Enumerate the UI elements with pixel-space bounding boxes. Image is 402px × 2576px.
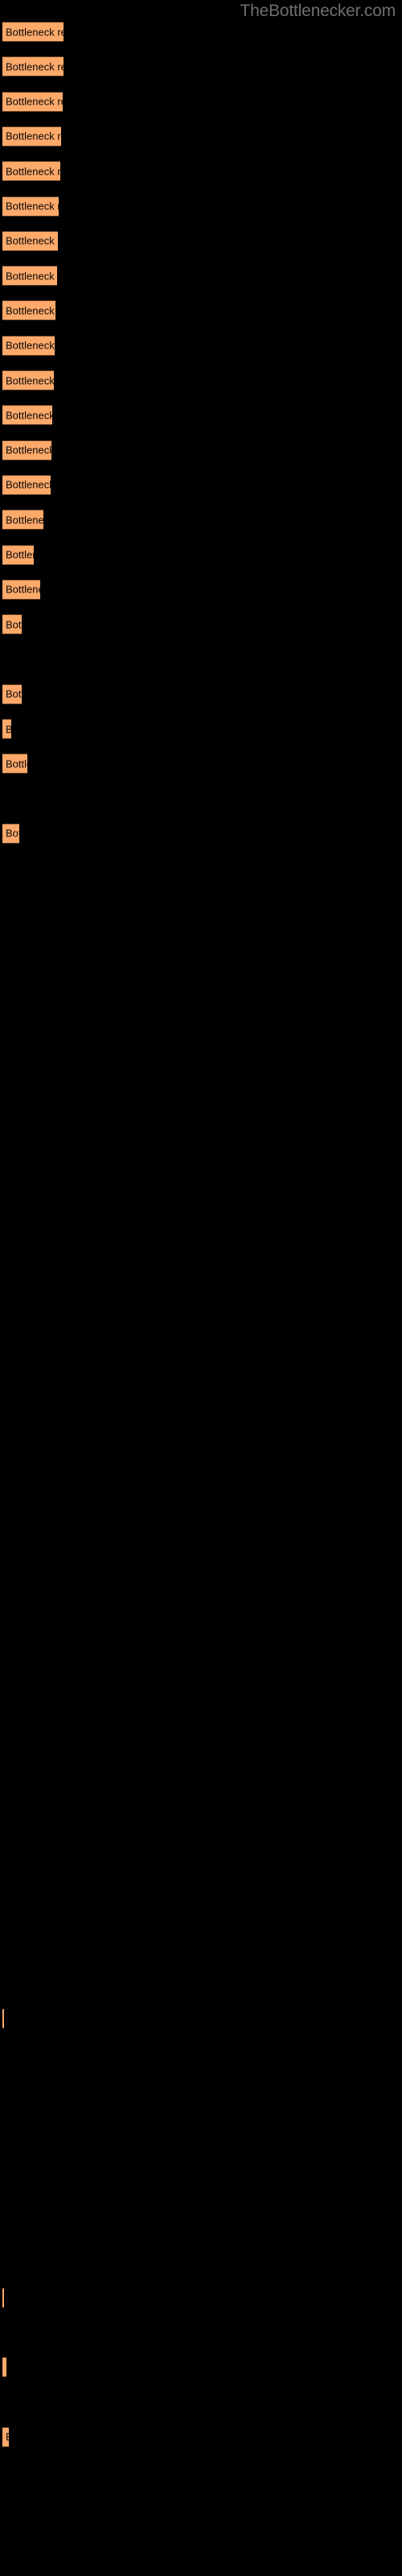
bar-label: Bottleneck result bbox=[6, 548, 34, 561]
bar[interactable]: Bottleneck result bbox=[2, 335, 55, 356]
bar-label: Bottleneck result bbox=[6, 618, 22, 631]
bar-row: Bottleneck result bbox=[0, 2357, 402, 2378]
bar[interactable]: Bottleneck result bbox=[2, 196, 59, 217]
bar[interactable]: Bottleneck result bbox=[2, 683, 22, 704]
bar[interactable]: Bottleneck result bbox=[2, 300, 55, 321]
bar[interactable]: Bottleneck result bbox=[2, 91, 63, 112]
bar-row: Bottleneck result bbox=[0, 196, 402, 217]
bar[interactable]: Bottleneck result bbox=[2, 126, 61, 147]
bar[interactable]: Bottleneck result bbox=[2, 405, 52, 426]
bar-label: Bottleneck result bbox=[6, 304, 55, 317]
bar[interactable]: Bottleneck result bbox=[2, 823, 19, 844]
bar-row: Bottleneck result bbox=[0, 2426, 402, 2447]
bar-label: Bottleneck result bbox=[6, 583, 40, 596]
bar-row: Bottleneck result bbox=[0, 161, 402, 182]
bar-row: Bottleneck result bbox=[0, 405, 402, 426]
bar-label: Bottleneck result bbox=[6, 514, 43, 526]
bar[interactable]: Bottleneck result bbox=[2, 56, 64, 77]
bar-label: Bottleneck result bbox=[6, 234, 58, 247]
bar-label: Bottleneck result bbox=[6, 130, 61, 142]
bar-row: Bottleneck result bbox=[0, 683, 402, 704]
bar-row: Bottleneck result bbox=[0, 335, 402, 356]
bar-label: Bottleneck result bbox=[6, 165, 60, 178]
bar-label: Bottleneck result bbox=[6, 26, 64, 38]
bar[interactable]: Bottleneck result bbox=[2, 579, 40, 600]
bar-label: Bottleneck result bbox=[6, 95, 63, 108]
bar[interactable]: Bottleneck result bbox=[2, 2008, 4, 2029]
bar-row: Bottleneck result bbox=[0, 544, 402, 565]
bar[interactable]: Bottleneck result bbox=[2, 753, 27, 774]
bar-label: Bottleneck result bbox=[6, 444, 51, 456]
bar[interactable]: Bottleneck result bbox=[2, 510, 43, 530]
bar-row: Bottleneck result bbox=[0, 266, 402, 287]
bar-row: Bottleneck result bbox=[0, 440, 402, 460]
bar-row: Bottleneck result bbox=[0, 56, 402, 77]
bar-row: Bottleneck result bbox=[0, 510, 402, 530]
bar-row: Bottleneck result bbox=[0, 2008, 402, 2029]
bar-row: Bottleneck result bbox=[0, 300, 402, 321]
bar[interactable]: Bottleneck result bbox=[2, 161, 60, 182]
bar-row: Bottleneck result bbox=[0, 474, 402, 495]
bar-row: Bottleneck result bbox=[0, 126, 402, 147]
bar[interactable]: Bottleneck result bbox=[2, 614, 22, 635]
bar-label: Bottleneck result bbox=[6, 827, 19, 840]
bar-label: Bottleneck result bbox=[6, 723, 11, 735]
bar-row: Bottleneck result bbox=[0, 753, 402, 774]
bar-row: Bottleneck result bbox=[0, 579, 402, 600]
bar[interactable]: Bottleneck result bbox=[2, 719, 11, 739]
bar-label: Bottleneck result bbox=[6, 200, 59, 213]
bar[interactable]: Bottleneck result bbox=[2, 2287, 4, 2308]
bar-label: Bottleneck result bbox=[6, 687, 22, 700]
bar-label: Bottleneck result bbox=[6, 409, 52, 422]
bar-label: Bottleneck result bbox=[6, 339, 55, 352]
bar[interactable]: Bottleneck result bbox=[2, 2357, 6, 2378]
bar-row: Bottleneck result bbox=[0, 614, 402, 635]
bar-label: Bottleneck result bbox=[6, 270, 57, 283]
bar-row: Bottleneck result bbox=[0, 370, 402, 390]
bar[interactable]: Bottleneck result bbox=[2, 2426, 9, 2447]
bar[interactable]: Bottleneck result bbox=[2, 230, 58, 251]
bar[interactable]: Bottleneck result bbox=[2, 440, 51, 460]
bar-row: Bottleneck result bbox=[0, 719, 402, 739]
bar[interactable]: Bottleneck result bbox=[2, 474, 51, 495]
bar-label: Bottleneck result bbox=[6, 478, 51, 491]
bar-row: Bottleneck result bbox=[0, 2287, 402, 2308]
bar-row: Bottleneck result bbox=[0, 91, 402, 112]
bar[interactable]: Bottleneck result bbox=[2, 22, 64, 42]
bar[interactable]: Bottleneck result bbox=[2, 544, 34, 565]
bar-row: Bottleneck result bbox=[0, 22, 402, 42]
bar[interactable]: Bottleneck result bbox=[2, 370, 54, 390]
bar-label: Bottleneck result bbox=[6, 2431, 9, 2443]
bar[interactable]: Bottleneck result bbox=[2, 266, 57, 287]
bar-chart-plot-area: Bottleneck result Bottleneck result Bottle… bbox=[0, 0, 402, 2576]
bar-label: Bottleneck result bbox=[6, 758, 27, 770]
bar-label: Bottleneck result bbox=[6, 60, 64, 73]
bar-row: Bottleneck result bbox=[0, 823, 402, 844]
bar-label: Bottleneck result bbox=[6, 374, 54, 386]
bar-row: Bottleneck result bbox=[0, 230, 402, 251]
